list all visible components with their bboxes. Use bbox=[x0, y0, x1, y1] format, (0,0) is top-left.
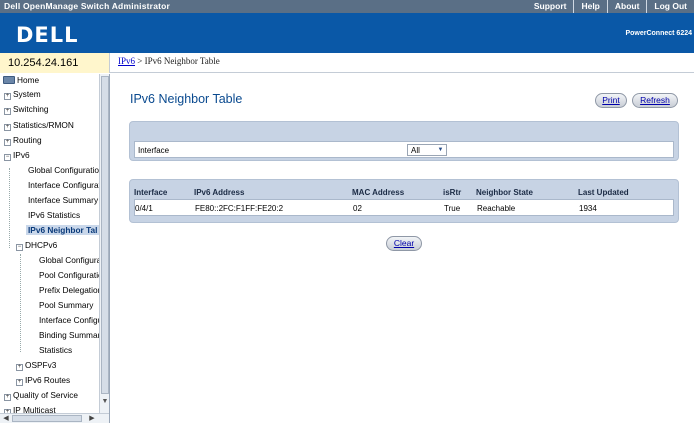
nav-dhcpv6-global-configuration[interactable]: Global Configura bbox=[39, 255, 101, 269]
nav-hscroll-thumb[interactable] bbox=[12, 415, 82, 422]
expand-icon[interactable]: + bbox=[16, 364, 23, 371]
home-icon bbox=[3, 76, 15, 84]
cell-is-rtr: True bbox=[444, 204, 461, 213]
product-name: PowerConnect 6224 bbox=[625, 30, 692, 37]
app-title: Dell OpenManage Switch Administrator bbox=[4, 1, 171, 11]
collapse-icon[interactable]: − bbox=[4, 154, 11, 161]
neighbor-table-panel: Interface IPv6 Address MAC Address isRtr… bbox=[129, 179, 679, 223]
interface-filter-label: Interface bbox=[138, 146, 170, 155]
table-header: Interface IPv6 Address MAC Address isRtr… bbox=[134, 185, 674, 199]
col-neighbor-state: Neighbor State bbox=[476, 188, 533, 197]
ip-address-box: 10.254.24.161 bbox=[0, 53, 110, 73]
tree-connector bbox=[20, 254, 21, 352]
refresh-button[interactable]: Refresh bbox=[632, 93, 678, 108]
title-bar: Dell OpenManage Switch Administrator Sup… bbox=[0, 0, 694, 13]
col-last-updated: Last Updated bbox=[578, 188, 629, 197]
interface-select-value: All bbox=[411, 146, 420, 155]
nav-vertical-scrollbar[interactable]: ▼ bbox=[99, 74, 109, 413]
breadcrumb: IPv6 > IPv6 Neighbor Table bbox=[118, 56, 220, 66]
breadcrumb-ipv6-link[interactable]: IPv6 bbox=[118, 56, 135, 66]
cell-mac-address: 02 bbox=[353, 204, 362, 213]
expand-icon[interactable]: + bbox=[4, 124, 11, 131]
col-interface: Interface bbox=[134, 188, 168, 197]
main-content: IPv6 Neighbor Table Print Refresh Interf… bbox=[111, 74, 694, 423]
nav-switching[interactable]: + Switching bbox=[4, 104, 49, 118]
nav-tree: Home + System + Switching + Statistics/RMON… bbox=[0, 74, 110, 423]
location-row: 10.254.24.161 IPv6 > IPv6 Neighbor Table bbox=[0, 53, 694, 73]
interface-filter-panel: Interface All ▼ bbox=[129, 121, 679, 161]
nav-statistics-rmon[interactable]: + Statistics/RMON bbox=[4, 120, 74, 134]
expand-icon[interactable]: + bbox=[4, 108, 11, 115]
scroll-left-arrow-icon[interactable]: ◀ bbox=[1, 414, 11, 423]
nav-dhcpv6-statistics[interactable]: Statistics bbox=[39, 345, 72, 359]
nav-dhcpv6[interactable]: − DHCPv6 bbox=[16, 240, 57, 254]
nav-ipv6-interface-summary[interactable]: Interface Summary bbox=[28, 195, 98, 209]
breadcrumb-separator: > bbox=[135, 56, 145, 66]
ip-address: 10.254.24.161 bbox=[8, 57, 79, 69]
scroll-down-arrow-icon[interactable]: ▼ bbox=[101, 398, 109, 406]
col-mac-address: MAC Address bbox=[352, 188, 405, 197]
nav-ipv6-neighbor-table[interactable]: IPv6 Neighbor Tal bbox=[26, 225, 100, 239]
nav-dhcpv6-prefix-delegation[interactable]: Prefix Delegatior bbox=[39, 285, 100, 299]
help-link[interactable]: Help bbox=[573, 0, 606, 13]
nav-ospfv3[interactable]: + OSPFv3 bbox=[16, 360, 56, 374]
cell-last-updated: 1934 bbox=[579, 204, 597, 213]
chevron-down-icon[interactable]: ▼ bbox=[436, 146, 445, 155]
nav-home[interactable]: Home bbox=[3, 75, 39, 89]
cell-ipv6-address: FE80::2FC:F1FF:FE20:2 bbox=[195, 204, 284, 213]
cell-neighbor-state: Reachable bbox=[477, 204, 516, 213]
nav-ipv6-routes[interactable]: + IPv6 Routes bbox=[16, 375, 70, 389]
scroll-right-arrow-icon[interactable]: ▶ bbox=[87, 414, 97, 423]
table-row: 0/4/1 FE80::2FC:F1FF:FE20:2 02 True Reac… bbox=[134, 199, 674, 216]
collapse-icon[interactable]: − bbox=[16, 244, 23, 251]
about-link[interactable]: About bbox=[606, 0, 647, 13]
page-title: IPv6 Neighbor Table bbox=[130, 92, 243, 106]
nav-ipv6-interface-configuration[interactable]: Interface Configurat bbox=[28, 180, 101, 194]
log-out-link[interactable]: Log Out bbox=[646, 0, 694, 13]
support-link[interactable]: Support bbox=[527, 0, 574, 13]
breadcrumb-current: IPv6 Neighbor Table bbox=[144, 56, 220, 66]
clear-button[interactable]: Clear bbox=[386, 236, 422, 251]
cell-interface: 0/4/1 bbox=[135, 204, 153, 213]
top-links: Support Help About Log Out bbox=[527, 0, 694, 13]
dell-logo: DELL bbox=[16, 23, 79, 47]
nav-ipv6-statistics[interactable]: IPv6 Statistics bbox=[28, 210, 80, 224]
brand-header: DELL PowerConnect 6224 bbox=[0, 13, 694, 53]
print-button[interactable]: Print bbox=[595, 93, 627, 108]
nav-scroll-thumb[interactable] bbox=[101, 76, 109, 394]
interface-select[interactable]: All ▼ bbox=[407, 144, 447, 156]
nav-system[interactable]: + System bbox=[4, 89, 41, 103]
col-ipv6-address: IPv6 Address bbox=[194, 188, 245, 197]
nav-dhcpv6-pool-configuration[interactable]: Pool Configuratic bbox=[39, 270, 102, 284]
interface-filter-row: Interface All ▼ bbox=[134, 141, 674, 158]
nav-routing[interactable]: + Routing bbox=[4, 135, 42, 149]
nav-dhcpv6-pool-summary[interactable]: Pool Summary bbox=[39, 300, 93, 314]
expand-icon[interactable]: + bbox=[16, 379, 23, 386]
nav-ipv6[interactable]: − IPv6 bbox=[4, 150, 30, 164]
tree-connector bbox=[9, 168, 10, 248]
expand-icon[interactable]: + bbox=[4, 139, 11, 146]
nav-ipv6-global-configuration[interactable]: Global Configuratior bbox=[28, 165, 102, 179]
expand-icon[interactable]: + bbox=[4, 394, 11, 401]
expand-icon[interactable]: + bbox=[4, 93, 11, 100]
nav-dhcpv6-interface-configuration[interactable]: Interface Configu bbox=[39, 315, 102, 329]
nav-dhcpv6-binding-summary[interactable]: Binding Summar bbox=[39, 330, 100, 344]
nav-quality-of-service[interactable]: + Quality of Service bbox=[4, 390, 78, 404]
nav-horizontal-scrollbar[interactable]: ◀ ▶ bbox=[0, 413, 109, 423]
col-is-rtr: isRtr bbox=[443, 188, 462, 197]
